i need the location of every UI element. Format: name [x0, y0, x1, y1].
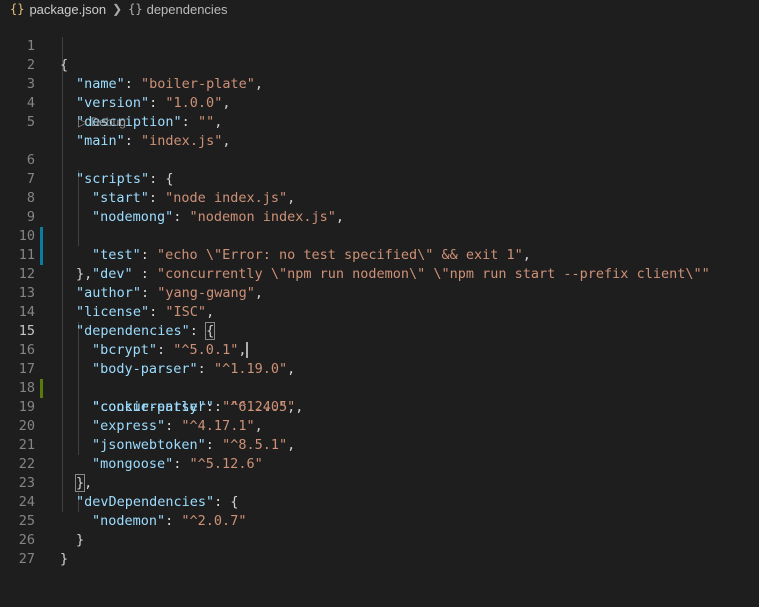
code-line[interactable]: 7 "start": "node index.js",: [0, 151, 759, 206]
code-line[interactable]: 27: [0, 531, 759, 567]
code-line[interactable]: 18 "cookie-parser": "^1.4.5",: [0, 360, 759, 415]
code-line[interactable]: 8 "nodemong": "nodemon index.js",: [0, 170, 759, 225]
json-file-icon: {}: [10, 2, 25, 16]
line-number: 27: [18, 551, 35, 567]
code-line[interactable]: 9 "test": "echo \"Error: no test specifi…: [0, 189, 759, 263]
code-line[interactable]: 22 },: [0, 436, 759, 492]
code-line[interactable]: 19 "express": "^4.17.1",: [0, 379, 759, 434]
code-line[interactable]: 2 "name": "boiler-plate",: [0, 37, 759, 92]
code-line[interactable]: 21 "mongoose": "^5.12.6": [0, 417, 759, 472]
code-line[interactable]: 14 "dependencies": {: [0, 284, 759, 340]
code-line[interactable]: 13 "license": "ISC",: [0, 265, 759, 320]
debug-codelens-label[interactable]: ▷ Debug: [78, 113, 126, 132]
breadcrumb-file[interactable]: package.json: [29, 2, 106, 17]
breadcrumb: {} package.json ❯ {} dependencies: [0, 0, 759, 18]
code-line[interactable]: 3 "version": "1.0.0",: [0, 56, 759, 111]
code-line[interactable]: 23 "devDependencies": {: [0, 455, 759, 510]
code-line[interactable]: 24 "nodemon": "^2.0.7": [0, 474, 759, 529]
code-editor[interactable]: 1 { 2 "name": "boiler-plate", 3 "version…: [0, 18, 759, 567]
code-line[interactable]: 20 "jsonwebtoken": "^8.5.1",: [0, 398, 759, 453]
code-line[interactable]: 6 "scripts": {: [0, 132, 759, 187]
code-line[interactable]: 12 "author": "yang-gwang",: [0, 246, 759, 301]
code-line[interactable]: 26 }: [0, 512, 759, 567]
code-line[interactable]: 17 "concurrently": "^6.2.0",: [0, 341, 759, 415]
code-line[interactable]: 16 "body-parser": "^1.19.0",: [0, 322, 759, 377]
breadcrumb-symbol[interactable]: dependencies: [147, 2, 228, 17]
code-line[interactable]: 11 },: [0, 227, 759, 282]
debug-codelens[interactable]: ▷ Debug: [0, 113, 759, 132]
code-line[interactable]: 25 }: [0, 493, 759, 548]
object-symbol-icon: {}: [128, 2, 143, 16]
code-line-active[interactable]: 15 "bcrypt": "^5.0.1",: [0, 303, 759, 358]
code-line[interactable]: 4 "description": "",: [0, 75, 759, 130]
code-line[interactable]: 5 "main": "index.js",: [0, 94, 759, 149]
code-line[interactable]: 10 "dev" : "concurrently \"npm run nodem…: [0, 208, 759, 282]
chevron-right-icon: ❯: [112, 2, 123, 16]
code-line[interactable]: 1 {: [0, 18, 759, 73]
